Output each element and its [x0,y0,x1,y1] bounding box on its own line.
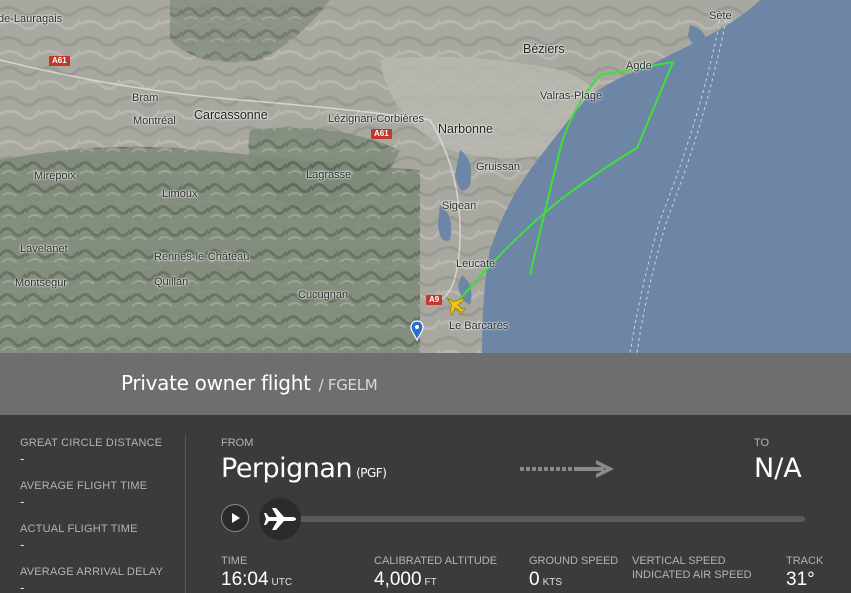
playback-slider-handle[interactable] [259,498,301,540]
map-label-narbonne: Narbonne [438,122,493,136]
metric-label: TRACK [786,555,824,567]
destination-city[interactable]: N/A [754,453,802,484]
map-label-montsegur: Montségur [15,277,67,289]
from-label: FROM [221,437,254,449]
metric-label: TIME [221,555,248,567]
metric-value: 4,000 [374,569,422,590]
flight-title: Private owner flight / FGELM [121,371,378,395]
metric-label: CALIBRATED ALTITUDE [374,555,498,567]
map-label-lagrasse: Lagrasse [306,169,352,181]
map-label-lavelanet: Lavelanet [20,243,68,255]
origin-city: Perpignan [221,453,353,484]
origin-code: (PGF) [356,466,387,480]
map-label-lauragais: de-Lauragais [0,13,63,25]
route-arrow-icon [520,460,614,478]
flight-title-bar: Private owner flight / FGELM [0,353,851,415]
stat-value: - [20,494,25,509]
stat-value: - [20,451,25,466]
metric-unit: FT [424,577,437,588]
metric-label-secondary: INDICATED AIR SPEED [632,569,752,581]
map-label-barcares: Le Barcarès [449,320,509,332]
metric-ground-speed: GROUND SPEED 0 KTS [529,554,618,591]
map-label-leucate: Leucate [456,258,496,270]
map-label-quillan: Quillan [154,276,189,288]
play-icon [232,513,240,523]
road-badge-a9: A9 [426,295,443,305]
stat-label: AVERAGE FLIGHT TIME [20,480,148,492]
stat-great-circle-distance: GREAT CIRCLE DISTANCE - [20,437,162,466]
map-label-agde: Agde [626,60,652,72]
flight-details-panel: GREAT CIRCLE DISTANCE - AVERAGE FLIGHT T… [0,415,851,593]
metric-track: TRACK 31° [786,554,823,591]
map-label-gruissan: Gruissan [476,161,521,173]
metric-unit: KTS [542,577,563,588]
stat-actual-flight-time: ACTUAL FLIGHT TIME - [20,523,138,552]
metric-label: VERTICAL SPEED [632,555,726,567]
metric-label: GROUND SPEED [529,555,619,567]
stat-label: GREAT CIRCLE DISTANCE [20,437,163,449]
stat-label: AVERAGE ARRIVAL DELAY [20,566,164,578]
metric-time: TIME 16:04 UTC [221,554,292,591]
map-label-montreal: Montréal [133,115,176,127]
metric-vertical-speed: VERTICAL SPEED INDICATED AIR SPEED [632,554,752,582]
airplane-icon [264,508,296,530]
metric-value: 16:04 [221,569,269,590]
map-view[interactable]: de-Lauragais A61 Sète Béziers Agde Bram … [0,0,851,353]
metric-unit: UTC [271,577,293,588]
panel-divider [185,435,186,593]
map-label-cucugnan: Cucugnan [298,289,349,301]
metric-value: 31° [786,569,815,590]
map-label-mirepoix: Mirepoix [34,170,76,182]
play-button[interactable] [221,504,249,532]
flight-callsign: / FGELM [318,376,378,394]
map-label-beziers: Béziers [523,42,565,56]
map-label-bram: Bram [132,92,159,104]
stat-value: - [20,537,25,552]
stat-label: ACTUAL FLIGHT TIME [20,523,138,535]
stat-average-flight-time: AVERAGE FLIGHT TIME - [20,480,147,509]
road-badge-a61-east: A61 [371,129,392,139]
metric-value: 0 [529,569,540,590]
map-label-sigean: Sigean [442,200,477,212]
road-badge-a61-west: A61 [49,56,70,66]
playback-timeline[interactable] [262,516,805,522]
to-label: TO [754,437,770,449]
map-label-lezignan: Lézignan-Corbières [328,113,424,125]
stat-value: - [20,580,25,593]
map-label-carcassonne: Carcassonne [194,108,268,122]
flight-name: Private owner flight [121,371,311,395]
map-label-valras: Valras-Plage [540,90,603,102]
flight-tracker-app: de-Lauragais A61 Sète Béziers Agde Bram … [0,0,851,593]
metric-calibrated-altitude: CALIBRATED ALTITUDE 4,000 FT [374,554,497,591]
origin-airport[interactable]: Perpignan (PGF) [221,453,387,484]
stat-average-arrival-delay: AVERAGE ARRIVAL DELAY - [20,566,163,593]
map-label-rennes: Rennes-le-Château [154,251,250,263]
map-label-limoux: Limoux [162,188,198,200]
map-label-sete: Sète [709,10,732,22]
